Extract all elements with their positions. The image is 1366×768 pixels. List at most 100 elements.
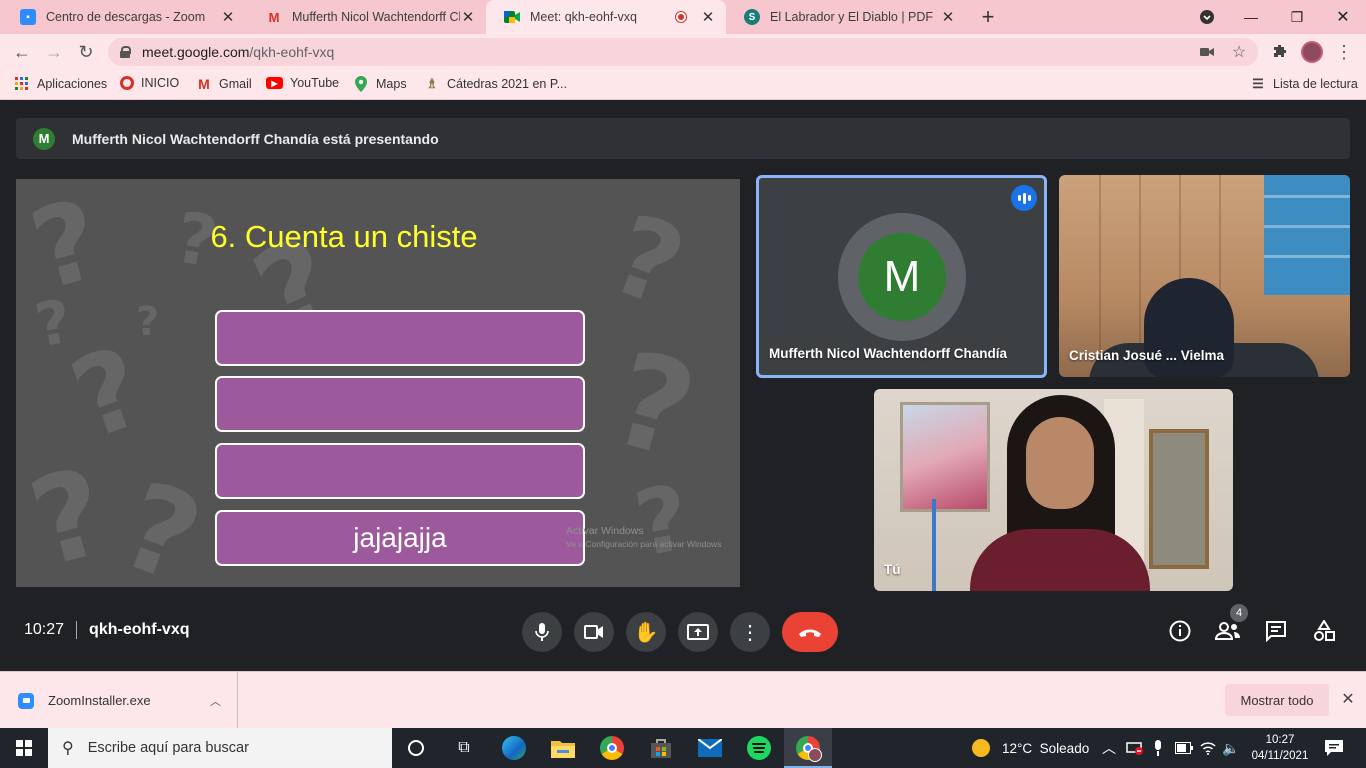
tab-meet[interactable]: Meet: qkh-eohf-vxq ✕ (486, 0, 726, 34)
reading-list[interactable]: ☰ Lista de lectura (1250, 76, 1358, 92)
chat-icon[interactable] (1262, 617, 1290, 645)
volume-icon[interactable]: 🔈 (1222, 728, 1239, 768)
camera-button[interactable] (574, 612, 614, 652)
close-icon[interactable]: ✕ (1339, 690, 1357, 708)
participant-name: Tú (884, 562, 901, 577)
chevron-up-icon[interactable]: ︿ (210, 693, 221, 709)
spotify-icon[interactable] (735, 728, 783, 768)
extensions-icon[interactable] (1268, 40, 1292, 64)
bookmark-youtube[interactable]: ▶ YouTube (266, 76, 339, 90)
wifi-icon[interactable] (1200, 728, 1216, 768)
bookmark-apps[interactable]: Aplicaciones (14, 76, 107, 92)
file-explorer-icon[interactable] (539, 728, 587, 768)
show-all-button[interactable]: Mostrar todo (1225, 684, 1329, 716)
activities-icon[interactable] (1310, 617, 1338, 645)
clock-time: 10:27 (1265, 734, 1295, 746)
bookmark-maps[interactable]: Maps (353, 76, 407, 92)
weather-widget[interactable]: 12°C Soleado (972, 728, 1089, 768)
close-tab-icon[interactable]: ✕ (940, 9, 956, 26)
task-view-icon[interactable]: ⧉ (440, 728, 488, 768)
taskbar-search[interactable]: ⚲ Escribe aquí para buscar (48, 728, 392, 768)
network-blocked-icon[interactable] (1126, 728, 1144, 768)
download-filename: ZoomInstaller.exe (48, 693, 151, 708)
tab-zoom[interactable]: ▪ Centro de descargas - Zoom ✕ (2, 0, 246, 34)
microphone-tray-icon[interactable] (1153, 728, 1163, 768)
address-bar[interactable]: meet.google.com/qkh-eohf-vxq ☆ (108, 38, 1258, 66)
tab-search-icon[interactable] (1184, 0, 1230, 34)
background-sign (1264, 175, 1350, 295)
start-button[interactable] (0, 728, 48, 768)
participant-tile-self[interactable]: Tú (874, 389, 1233, 591)
new-tab-button[interactable]: + (976, 4, 1000, 29)
participant-tile-cristian[interactable]: Cristian Josué ... Vielma (1059, 175, 1350, 377)
show-hidden-icons-icon[interactable]: ︿ (1102, 728, 1116, 768)
maps-pin-icon (353, 76, 369, 92)
system-clock[interactable]: 10:27 04/11/2021 (1250, 732, 1310, 764)
meet-icon (504, 9, 520, 25)
forward-icon[interactable]: → (42, 40, 66, 64)
background-broom (932, 499, 936, 591)
sun-icon (972, 739, 990, 757)
search-placeholder: Escribe aquí para buscar (87, 740, 249, 756)
bookmark-gmail[interactable]: M Gmail (196, 76, 252, 92)
chrome-menu-icon[interactable]: ⋮ (1332, 40, 1356, 64)
avatar: M (858, 233, 946, 321)
profile-avatar[interactable] (1300, 40, 1324, 64)
question-mark-decoration: ? (17, 442, 121, 587)
store-icon[interactable] (637, 728, 685, 768)
close-tab-icon[interactable]: ✕ (700, 9, 716, 26)
cortana-icon[interactable] (392, 728, 440, 768)
close-window-button[interactable]: ✕ (1320, 0, 1366, 34)
participant-video (970, 529, 1150, 591)
meet-stage: M Mufferth Nicol Wachtendorff Chandía es… (0, 101, 1366, 671)
participant-video (1026, 417, 1094, 509)
clock-date: 04/11/2021 (1251, 750, 1309, 762)
minimize-button[interactable]: — (1228, 0, 1274, 34)
tab-scribd[interactable]: S El Labrador y El Diablo | PDF ✕ (726, 0, 966, 34)
presentation-slide: ? ? ? ? ? ? ? ? ? ? ? 6. Cuenta un chist… (16, 179, 740, 587)
recording-indicator-icon (676, 12, 686, 22)
mail-icon[interactable] (686, 728, 734, 768)
restore-button[interactable]: ❐ (1274, 0, 1320, 34)
tab-gmail[interactable]: M Mufferth Nicol Wachtendorff Cha ✕ (248, 0, 486, 34)
end-call-button[interactable] (782, 612, 838, 652)
chrome-profile-icon[interactable] (784, 728, 832, 768)
background-painting (900, 402, 990, 512)
more-options-icon[interactable]: ⋮ (730, 612, 770, 652)
bookmark-catedras[interactable]: ♗ Cátedras 2021 en P... (424, 76, 567, 92)
meeting-details-icon[interactable] (1166, 617, 1194, 645)
bookmark-label: Maps (376, 77, 407, 91)
tab-title: Centro de descargas - Zoom (46, 10, 206, 24)
close-tab-icon[interactable]: ✕ (460, 9, 476, 26)
camera-permission-icon[interactable] (1198, 43, 1216, 61)
raise-hand-button[interactable]: ✋ (626, 612, 666, 652)
windows-taskbar: ⚲ Escribe aquí para buscar ⧉ 12°C Solead… (0, 728, 1366, 768)
chrome-icon[interactable] (588, 728, 636, 768)
zoom-icon: ▪ (20, 9, 36, 25)
question-mark-decoration: ? (596, 189, 700, 333)
bookmark-inicio[interactable]: INICIO (120, 76, 179, 90)
speaking-indicator-icon (1011, 185, 1037, 211)
battery-icon[interactable] (1175, 728, 1193, 768)
reload-icon[interactable]: ↻ (74, 40, 98, 64)
background-mirror (1149, 429, 1209, 569)
back-icon[interactable]: ← (10, 40, 34, 64)
question-mark-decoration: ? (104, 456, 218, 587)
download-item[interactable]: ZoomInstaller.exe ︿ (18, 672, 238, 729)
bookmark-label: YouTube (290, 76, 340, 90)
windows-logo-icon (16, 740, 32, 756)
meeting-info: 10:27 qkh-eohf-vxq (24, 621, 190, 639)
gmail-icon: M (198, 76, 210, 92)
microphone-button[interactable] (522, 612, 562, 652)
present-screen-button[interactable] (678, 612, 718, 652)
notifications-icon[interactable] (1324, 728, 1344, 768)
participant-tile-presenter[interactable]: M Mufferth Nicol Wachtendorff Chandía (756, 175, 1047, 378)
bookmark-star-icon[interactable]: ☆ (1230, 43, 1248, 61)
answer-box (215, 443, 585, 499)
windows-activation-watermark: Activar Windows Ve a Configuración para … (566, 525, 721, 551)
edge-icon[interactable] (490, 728, 538, 768)
participant-name: Cristian Josué ... Vielma (1069, 348, 1225, 363)
close-tab-icon[interactable]: ✕ (220, 9, 236, 26)
bookmark-label: INICIO (141, 76, 180, 90)
meeting-code: qkh-eohf-vxq (89, 621, 190, 638)
